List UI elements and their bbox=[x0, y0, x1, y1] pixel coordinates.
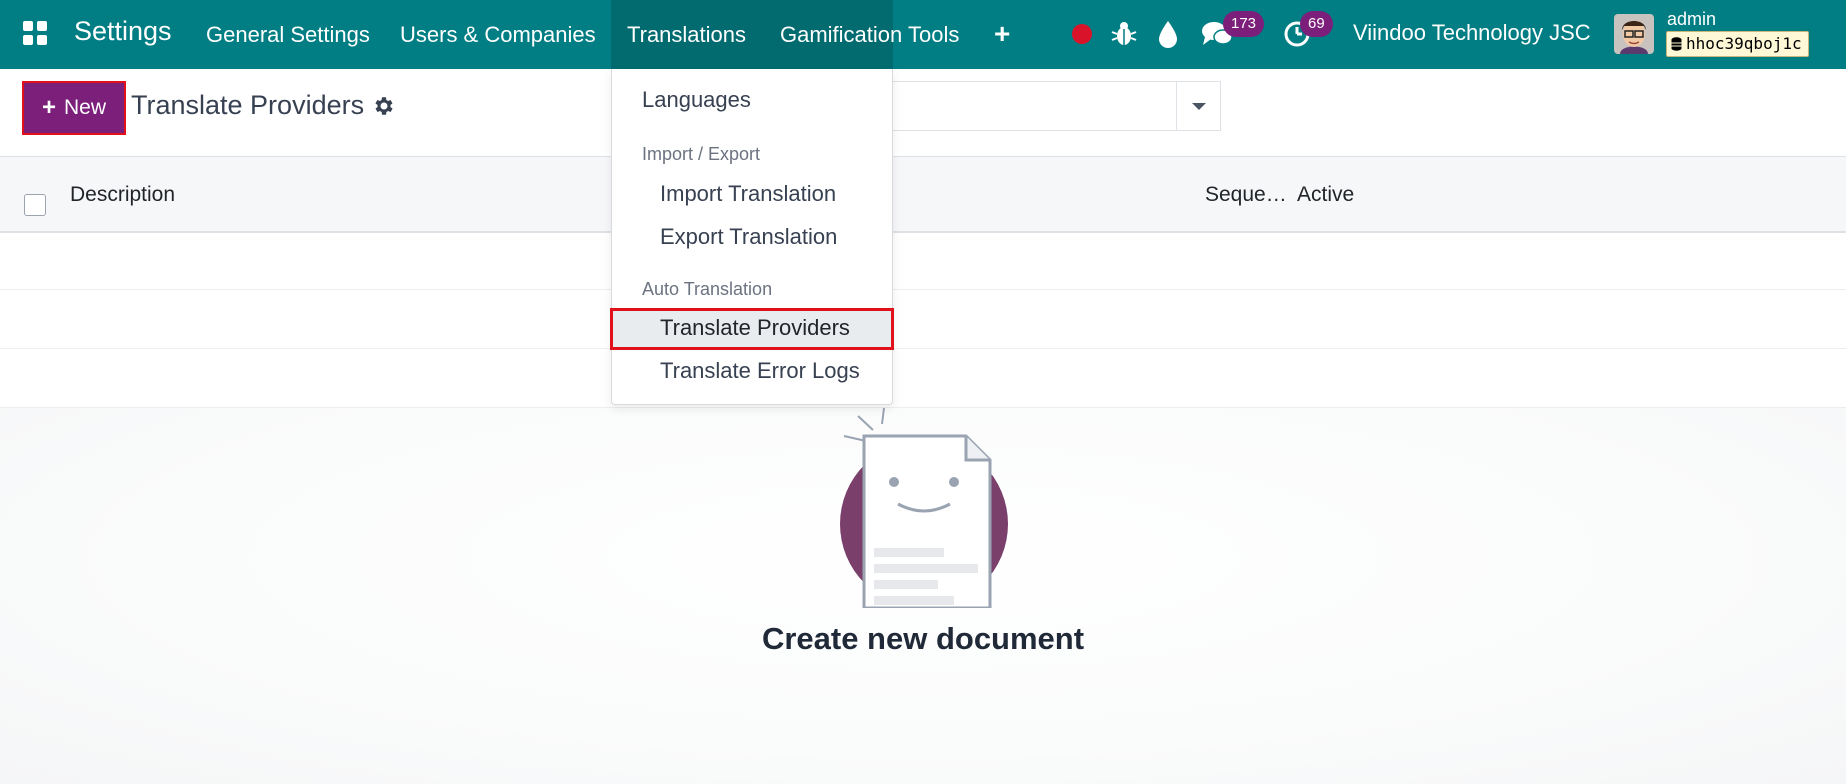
database-icon bbox=[1671, 37, 1682, 51]
messages-count-badge: 173 bbox=[1223, 11, 1265, 37]
dropdown-item-translate-providers[interactable]: Translate Providers bbox=[610, 308, 894, 350]
new-button[interactable]: + New bbox=[22, 81, 126, 135]
database-chip: hhoc39qboj1c bbox=[1666, 31, 1809, 57]
apps-grid-icon[interactable] bbox=[22, 20, 48, 46]
dropdown-section-import-export: Import / Export bbox=[642, 144, 761, 164]
activities-count-badge: 69 bbox=[1300, 11, 1333, 37]
app-title[interactable]: Settings bbox=[74, 16, 172, 47]
empty-document-illustration bbox=[840, 408, 1008, 608]
dropdown-item-translate-providers-label: Translate Providers bbox=[660, 315, 850, 340]
company-switcher[interactable]: Viindoo Technology JSC bbox=[1353, 20, 1591, 46]
menu-gamification-tools[interactable]: Gamification Tools bbox=[764, 0, 975, 69]
search-input[interactable] bbox=[880, 81, 1176, 131]
top-navbar: Settings General Settings Users & Compan… bbox=[0, 0, 1846, 69]
caret-down-icon bbox=[1192, 103, 1206, 110]
gear-icon[interactable] bbox=[372, 94, 396, 118]
user-name[interactable]: admin bbox=[1667, 9, 1716, 30]
droplet-icon[interactable] bbox=[1157, 19, 1179, 49]
column-description[interactable]: Description bbox=[70, 183, 175, 207]
menu-general-settings[interactable]: General Settings bbox=[190, 0, 386, 69]
column-sequence[interactable]: Seque… bbox=[1205, 183, 1287, 207]
search-options-toggle[interactable] bbox=[1176, 81, 1221, 131]
list-header: Description Seque… Active bbox=[0, 157, 1846, 233]
page-title: Translate Providers bbox=[131, 90, 365, 120]
menu-users-companies[interactable]: Users & Companies bbox=[384, 0, 612, 69]
dropdown-item-import-translation[interactable]: Import Translation bbox=[660, 181, 836, 207]
dropdown-item-export-translation[interactable]: Export Translation bbox=[660, 224, 837, 250]
empty-row-separator bbox=[0, 289, 1846, 290]
dropdown-section-auto-translation: Auto Translation bbox=[642, 279, 773, 299]
dropdown-item-translate-error-logs[interactable]: Translate Error Logs bbox=[660, 358, 860, 384]
record-dot-icon[interactable] bbox=[1070, 22, 1094, 46]
empty-row-separator bbox=[0, 348, 1846, 349]
control-panel: + New Translate Providers bbox=[0, 69, 1846, 157]
new-button-label: New bbox=[64, 96, 107, 119]
column-active[interactable]: Active bbox=[1297, 183, 1354, 207]
select-all-checkbox[interactable] bbox=[24, 194, 46, 216]
add-menu-plus-icon[interactable]: + bbox=[994, 20, 1010, 48]
plus-icon: + bbox=[41, 94, 56, 121]
empty-state-title: Create new document bbox=[761, 621, 1085, 656]
bug-icon[interactable] bbox=[1111, 20, 1137, 48]
translations-dropdown: Languages Import / Export Import Transla… bbox=[610, 69, 894, 405]
dropdown-item-languages[interactable]: Languages bbox=[642, 87, 751, 113]
database-name: hhoc39qboj1c bbox=[1686, 34, 1802, 53]
user-avatar[interactable] bbox=[1614, 14, 1654, 54]
